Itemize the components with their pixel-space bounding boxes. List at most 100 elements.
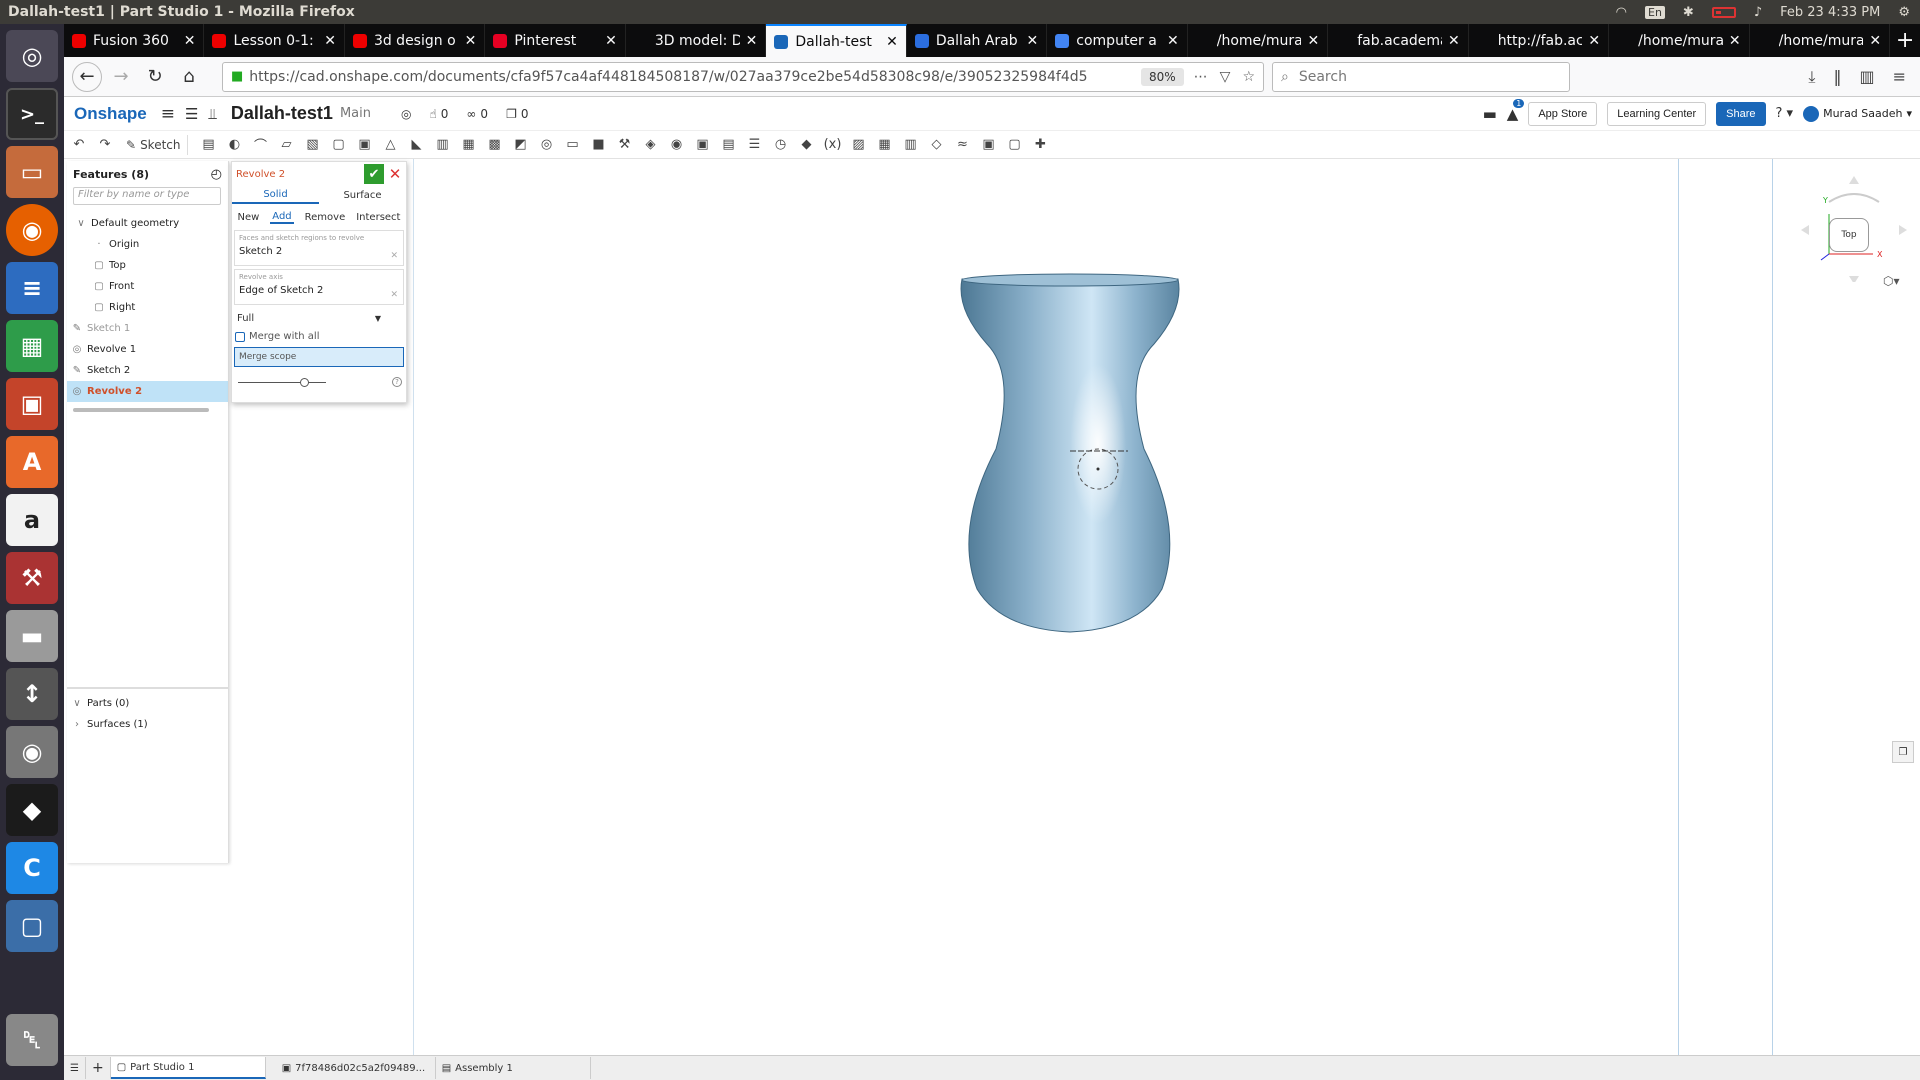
new-tab-button[interactable]: +	[1890, 24, 1920, 57]
feature-tool-icon[interactable]: ◈	[640, 135, 662, 155]
menu-icon[interactable]: ≡	[1893, 67, 1906, 87]
trash-icon[interactable]: ␡	[6, 1014, 58, 1066]
op-intersect[interactable]: Intersect	[356, 212, 400, 223]
browser-tab[interactable]: Pinterest ✕	[485, 24, 626, 57]
hamburger-menu-icon[interactable]: ≡	[161, 104, 175, 124]
tab-close-icon[interactable]: ✕	[605, 33, 617, 49]
feature-tool-icon[interactable]: ▣	[692, 135, 714, 155]
branch-label[interactable]: Main	[340, 106, 371, 121]
feature-tool-icon[interactable]: ▱	[276, 135, 298, 155]
3d-viewport[interactable]: ❐	[413, 159, 1920, 1055]
battery-icon[interactable]	[1711, 6, 1736, 18]
tab-assembly[interactable]: ▤ Assembly 1	[436, 1057, 591, 1079]
tab-close-icon[interactable]: ✕	[1448, 33, 1460, 49]
revolve-type-select[interactable]: Full ▼	[235, 309, 403, 327]
tab-close-icon[interactable]: ✕	[886, 34, 898, 50]
cancel-x-icon[interactable]: ✕	[384, 164, 406, 184]
tab-close-icon[interactable]: ✕	[746, 33, 758, 49]
feature-tool-icon[interactable]: ▤	[718, 135, 740, 155]
feature-tool-icon[interactable]: ▣	[978, 135, 1000, 155]
browser-tab[interactable]: fab.academany ✕	[1328, 24, 1469, 57]
calc-icon[interactable]: ▦	[6, 320, 58, 372]
volume-icon[interactable]: ♪	[1754, 5, 1762, 20]
faces-field[interactable]: Faces and sketch regions to revolve Sket…	[234, 230, 404, 266]
feature-item[interactable]: ▢ Right	[67, 297, 228, 318]
feature-tool-icon[interactable]: ≈	[952, 135, 974, 155]
link-count[interactable]: ∞ 0	[466, 107, 488, 121]
bookmark-star-icon[interactable]: ☆	[1242, 69, 1255, 85]
chevron-down-icon[interactable]: ∨	[75, 218, 87, 229]
feature-tool-icon[interactable]: ▩	[484, 135, 506, 155]
feature-item[interactable]: ◎ Revolve 2	[67, 381, 228, 402]
feature-filter-input[interactable]: Filter by name or type	[73, 187, 221, 205]
feature-tool-icon[interactable]: ☰	[744, 135, 766, 155]
op-remove[interactable]: Remove	[305, 212, 346, 223]
surfaces-group[interactable]: › Surfaces (1)	[67, 714, 229, 735]
sidebar-icon[interactable]: ▥	[1859, 67, 1874, 87]
feature-tool-icon[interactable]: ▦	[874, 135, 896, 155]
feature-tool-icon[interactable]: ▣	[354, 135, 376, 155]
system-settings-icon[interactable]: ⚒	[6, 552, 58, 604]
feature-item[interactable]: ✎ Sketch 2	[67, 360, 228, 381]
clear-x-icon[interactable]: ✕	[390, 251, 398, 261]
merge-scope-field[interactable]: Merge scope	[234, 347, 404, 367]
feature-tool-icon[interactable]: ▭	[562, 135, 584, 155]
reload-button[interactable]: ↻	[140, 62, 170, 92]
accept-check-icon[interactable]: ✔	[364, 164, 384, 184]
clear-x-icon[interactable]: ✕	[390, 290, 398, 300]
tab-surface[interactable]: Surface	[319, 186, 406, 204]
usb-icon[interactable]: ↕	[6, 668, 58, 720]
browser-tab[interactable]: Fusion 360 ✕	[64, 24, 205, 57]
feature-tool-icon[interactable]: ◷	[770, 135, 792, 155]
like-count[interactable]: ☝ 0	[429, 107, 448, 121]
feature-tool-icon[interactable]: ⌒	[250, 135, 272, 155]
home-button[interactable]: ⌂	[174, 62, 204, 92]
feature-tool-icon[interactable]: ◩	[510, 135, 532, 155]
chevron-down-icon[interactable]: ∨	[71, 698, 83, 709]
help-icon[interactable]: ?	[392, 377, 402, 387]
feature-tool-icon[interactable]: ▤	[198, 135, 220, 155]
browser-tab[interactable]: 3D model: Dall ✕	[626, 24, 767, 57]
public-globe-icon[interactable]: ◎	[401, 107, 411, 121]
settings-gear-icon[interactable]: ⚙	[1898, 5, 1910, 20]
files-icon[interactable]: ▭	[6, 146, 58, 198]
feature-tool-icon[interactable]: ▦	[458, 135, 480, 155]
checkbox-icon[interactable]	[235, 331, 245, 342]
feature-tool-icon[interactable]: ▨	[848, 135, 870, 155]
feature-tool-icon[interactable]: ◉	[666, 135, 688, 155]
inkscape-icon[interactable]: ◆	[6, 784, 58, 836]
clock[interactable]: Feb 23 4:33 PM	[1780, 5, 1880, 20]
c-app-icon[interactable]: C	[6, 842, 58, 894]
tab-close-icon[interactable]: ✕	[1027, 33, 1039, 49]
search-input[interactable]: ⌕ Search	[1272, 61, 1570, 92]
tab-image[interactable]: ▣ 7f78486d02c5a2f09489...	[276, 1057, 436, 1079]
feature-tool-icon[interactable]: ✚	[1030, 135, 1052, 155]
feature-item[interactable]: ◎ Revolve 1	[67, 339, 228, 360]
feature-item[interactable]: · Origin	[67, 234, 228, 255]
writer-icon[interactable]: ≡	[6, 262, 58, 314]
browser-tab[interactable]: http://fab.aca ✕	[1469, 24, 1610, 57]
downloads-icon[interactable]: ⤓	[1808, 67, 1815, 87]
view-cube-top-face[interactable]: Top	[1829, 218, 1869, 252]
feature-item[interactable]: ▢ Front	[67, 276, 228, 297]
url-bar[interactable]: ■ https://cad.onshape.com/documents/cfa9…	[222, 61, 1264, 92]
copy-count[interactable]: ❐ 0	[506, 107, 528, 121]
feature-tool-icon[interactable]: ▧	[302, 135, 324, 155]
feature-tree-scrollbar[interactable]	[73, 408, 209, 412]
firefox-icon[interactable]: ◉	[6, 204, 58, 256]
tab-close-icon[interactable]: ✕	[1167, 33, 1179, 49]
view-menu-icon[interactable]: ⬡▾	[1883, 274, 1900, 288]
browser-tab[interactable]: Dallah-test ✕	[766, 24, 907, 57]
feature-item[interactable]: ✎ Sketch 1	[67, 318, 228, 339]
user-menu[interactable]: Murad Saadeh ▾	[1803, 105, 1912, 122]
app-store-button[interactable]: App Store	[1528, 101, 1598, 126]
axis-field[interactable]: Revolve axis Edge of Sketch 2 ✕	[234, 269, 404, 305]
merge-with-all-checkbox[interactable]: Merge with all	[235, 331, 403, 342]
sketch-button[interactable]: ✎ Sketch	[120, 134, 188, 155]
share-button[interactable]: Share	[1716, 101, 1766, 126]
back-button[interactable]: ←	[72, 61, 102, 92]
browser-tab[interactable]: /home/murad/ ✕	[1609, 24, 1750, 57]
browser-tab[interactable]: computer a ✕	[1047, 24, 1188, 57]
workspace-icon[interactable]: ▢	[6, 900, 58, 952]
url-text[interactable]: https://cad.onshape.com/documents/cfa9f5…	[249, 69, 1131, 85]
